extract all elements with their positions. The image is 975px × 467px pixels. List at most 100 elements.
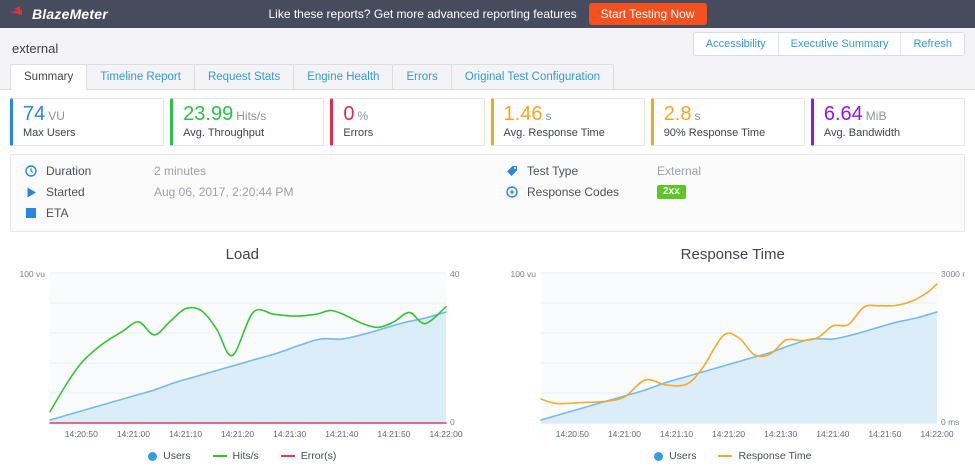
tab-original-test-configuration[interactable]: Original Test Configuration (451, 64, 614, 89)
response-time-chart-canvas[interactable]: 14:20:5014:21:0014:21:1014:21:2014:21:30… (501, 267, 966, 448)
kpi-90pct-response-time: 2.8s 90% Response Time (651, 98, 805, 146)
top-navbar: BlazeMeter Like these reports? Get more … (0, 0, 975, 28)
svg-text:14:21:30: 14:21:30 (273, 429, 306, 439)
accessibility-button[interactable]: Accessibility (694, 33, 778, 55)
info-label: Test Type (527, 164, 657, 178)
header-band: external Accessibility Executive Summary… (0, 28, 975, 90)
info-label: ETA (46, 206, 154, 220)
svg-text:14:21:40: 14:21:40 (816, 429, 849, 439)
info-label: Response Codes (527, 185, 657, 199)
legend-line-marker (213, 455, 227, 457)
legend-label: Users (669, 450, 696, 462)
info-label: Duration (46, 164, 154, 178)
tab-request-stats[interactable]: Request Stats (194, 64, 294, 89)
stop-icon (25, 207, 37, 219)
start-testing-now-button[interactable]: Start Testing Now (589, 3, 707, 25)
svg-text:14:20:50: 14:20:50 (65, 429, 98, 439)
kpi-value: 74 (23, 103, 45, 125)
svg-text:14:21:10: 14:21:10 (169, 429, 202, 439)
svg-text:14:22:00: 14:22:00 (429, 429, 462, 439)
info-row-eta: ETA (25, 205, 506, 221)
tab-errors[interactable]: Errors (392, 64, 451, 89)
response-codes-icon (506, 186, 518, 198)
kpi-value: 0 (343, 103, 354, 125)
kpi-unit: % (357, 109, 368, 123)
svg-text:14:21:00: 14:21:00 (117, 429, 150, 439)
legend-item-hits-s[interactable]: Hits/s (213, 450, 259, 462)
load-chart-legend: Users Hits/s Error(s) (10, 450, 475, 462)
legend-label: Hits/s (233, 450, 259, 462)
toolbar: external Accessibility Executive Summary… (0, 28, 975, 58)
kpi-avg-response-time: 1.46s Avg. Response Time (491, 98, 645, 146)
load-chart-title: Load (10, 246, 475, 263)
response-codes-badge: 2xx (657, 185, 686, 199)
summary-content: 74VU Max Users 23.99Hits/s Avg. Throughp… (0, 90, 975, 462)
svg-text:0: 0 (450, 417, 455, 427)
tab-engine-health[interactable]: Engine Health (293, 64, 393, 89)
legend-label: Response Time (738, 450, 811, 462)
svg-text:40: 40 (450, 269, 460, 279)
duration-value: 2 minutes (154, 164, 206, 178)
info-row-duration: Duration 2 minutes (25, 163, 506, 179)
blazemeter-logo-icon (10, 5, 28, 23)
play-icon (25, 186, 37, 198)
promo-bar: Like these reports? Get more advanced re… (268, 3, 706, 25)
kpi-value: 2.8 (664, 103, 692, 125)
svg-text:3000 ms: 3000 ms (941, 269, 966, 279)
refresh-button[interactable]: Refresh (900, 33, 964, 55)
started-value: Aug 06, 2017, 2:20:44 PM (154, 185, 293, 199)
legend-item-error-s-[interactable]: Error(s) (281, 450, 337, 462)
legend-item-users[interactable]: Users (654, 450, 696, 462)
promo-text: Like these reports? Get more advanced re… (268, 7, 576, 21)
tab-summary[interactable]: Summary (10, 64, 87, 90)
kpi-row: 74VU Max Users 23.99Hits/s Avg. Throughp… (10, 98, 965, 146)
svg-text:14:21:50: 14:21:50 (377, 429, 410, 439)
kpi-unit: s (545, 109, 551, 123)
page-title: external (12, 41, 58, 56)
legend-line-marker (718, 455, 732, 457)
kpi-label: Avg. Bandwidth (824, 127, 954, 139)
load-chart-panel: Load 14:20:5014:21:0014:21:1014:21:2014:… (10, 246, 475, 462)
svg-text:14:20:50: 14:20:50 (555, 429, 588, 439)
response-time-chart-panel: Response Time 14:20:50 14:21:00 14:21:10 14… (501, 246, 966, 462)
legend-label: Error(s) (301, 450, 337, 462)
brand-name: BlazeMeter (32, 6, 108, 22)
svg-text:14:21:10: 14:21:10 (659, 429, 692, 439)
svg-text:14:21:30: 14:21:30 (764, 429, 797, 439)
kpi-max-users: 74VU Max Users (10, 98, 164, 146)
kpi-unit: s (695, 109, 701, 123)
svg-text:0 ms: 0 ms (941, 417, 959, 427)
kpi-unit: VU (48, 109, 65, 123)
svg-text:14:21:00: 14:21:00 (607, 429, 640, 439)
legend-item-response-time[interactable]: Response Time (718, 450, 811, 462)
legend-label: Users (163, 450, 190, 462)
executive-summary-button[interactable]: Executive Summary (778, 33, 901, 55)
blazemeter-logo[interactable]: BlazeMeter (10, 5, 108, 23)
charts-row: Load 14:20:5014:21:0014:21:1014:21:2014:… (10, 246, 965, 462)
load-chart-canvas[interactable]: 14:20:50 14:21:00 14:21:10 14:21:20 14:21:30… (10, 267, 475, 448)
response-time-chart-title: Response Time (501, 246, 966, 263)
svg-text:14:21:20: 14:21:20 (221, 429, 254, 439)
report-tabs: Summary Timeline Report Request Stats En… (0, 58, 975, 90)
svg-text:100 vu: 100 vu (510, 269, 536, 279)
tab-timeline-report[interactable]: Timeline Report (86, 64, 195, 89)
kpi-value: 6.64 (824, 103, 863, 125)
svg-text:14:22:00: 14:22:00 (920, 429, 953, 439)
info-row-started: Started Aug 06, 2017, 2:20:44 PM (25, 184, 506, 200)
kpi-label: Avg. Throughput (183, 127, 313, 139)
info-right-column: Test Type External Response Codes 2xx (506, 163, 950, 221)
kpi-errors: 0% Errors (330, 98, 484, 146)
tag-icon (506, 165, 518, 177)
info-label: Started (46, 185, 154, 199)
legend-item-users[interactable]: Users (148, 450, 190, 462)
info-row-response-codes: Response Codes 2xx (506, 184, 950, 200)
kpi-label: Errors (343, 127, 473, 139)
svg-text:14:21:50: 14:21:50 (868, 429, 901, 439)
kpi-label: Max Users (23, 127, 153, 139)
kpi-unit: Hits/s (236, 109, 266, 123)
kpi-value: 1.46 (504, 103, 543, 125)
kpi-value: 23.99 (183, 103, 233, 125)
report-actions-group: Accessibility Executive Summary Refresh (693, 32, 965, 56)
clock-icon (25, 165, 37, 177)
kpi-avg-throughput: 23.99Hits/s Avg. Throughput (170, 98, 324, 146)
